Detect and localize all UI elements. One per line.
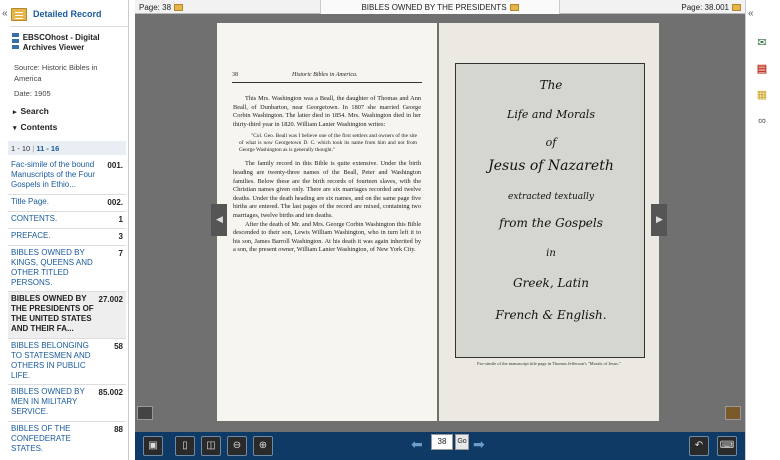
manuscript-line: Greek, Latin <box>513 276 589 290</box>
chapter-indicator[interactable]: BIBLES OWNED BY THE PRESIDENTS <box>320 0 560 14</box>
paragraph: The family record in this Bible is quite… <box>233 160 421 219</box>
prev-arrow-icon[interactable]: ⬅ <box>411 436 423 453</box>
email-icon[interactable]: ✉ <box>755 36 769 50</box>
search-toggle[interactable]: ▸ Search <box>13 106 49 116</box>
divider <box>10 26 128 27</box>
running-header: Historic Bibles in America. <box>292 72 358 78</box>
right-toolbar: « ✉ ▤ ▦ ∞ <box>745 0 780 460</box>
toc-item[interactable]: BIBLES OF THE CONFEDERATE STATES. 88 <box>8 422 126 453</box>
manuscript-facsimile: The Life and Morals of Jesus of Nazareth… <box>455 63 645 358</box>
date-text: Date: 1905 <box>14 89 51 98</box>
detailed-record-link[interactable]: Detailed Record <box>11 5 127 23</box>
toc-item-selected[interactable]: BIBLES OWNED BY THE PRESIDENTS OF THE UN… <box>8 292 126 339</box>
undo-icon[interactable]: ↶ <box>689 436 709 456</box>
manuscript-line: Life and Morals <box>507 108 595 121</box>
toc-item[interactable]: PREFACE. 3 <box>8 229 126 246</box>
page-right-indicator[interactable]: Page: 38.001 <box>681 3 741 12</box>
keyboard-icon[interactable]: ⌨ <box>717 436 737 456</box>
folder-icon <box>11 7 27 21</box>
manuscript-line: of <box>545 136 557 149</box>
next-arrow-icon[interactable]: ➡ <box>473 436 485 453</box>
pdf-icon[interactable]: ▤ <box>755 62 769 76</box>
previous-page-button[interactable]: ◀ <box>211 204 227 236</box>
manuscript-line: extracted textually <box>508 192 594 202</box>
chevron-left-icon: ◀ <box>216 214 223 224</box>
detailed-record-label: Detailed Record <box>33 9 102 19</box>
chevron-right-icon: ▸ <box>13 109 17 116</box>
paragraph: This Mrs. Washington was a Beall, the da… <box>233 95 421 128</box>
page-text: This Mrs. Washington was a Beall, the da… <box>233 95 421 255</box>
folder-icon <box>509 4 519 11</box>
toc-item[interactable]: BIBLES OWNED BY MEN IN MILITARY SERVICE.… <box>8 385 126 422</box>
search-label: Search <box>20 106 49 116</box>
top-bar: Page: 38 BIBLES OWNED BY THE PRESIDENTS … <box>135 0 745 14</box>
toc-item[interactable]: Fac-simile of the bound Manuscripts of t… <box>8 158 126 195</box>
chevron-down-icon: ▾ <box>13 125 17 132</box>
link-icon[interactable]: ∞ <box>755 114 769 128</box>
toc-list: Fac-simile of the bound Manuscripts of t… <box>8 158 126 453</box>
page-left-indicator[interactable]: Page: 38 <box>139 3 184 12</box>
page-number-input[interactable]: 38 <box>431 434 453 450</box>
page-number: 38 <box>232 72 238 78</box>
ebsco-logo-icon <box>12 33 19 49</box>
fullscreen-icon[interactable]: ▣ <box>143 436 163 456</box>
chevron-right-icon: ▶ <box>656 214 663 224</box>
bottom-toolbar: ▣ ▯ ◫ ⊖ ⊕ ⬅ 38 Go ➡ ↶ ⌨ <box>135 432 745 460</box>
header-rule <box>232 82 422 83</box>
sidebar: « Detailed Record EBSCOhost - Digital Ar… <box>0 0 129 460</box>
folder-icon <box>174 4 184 11</box>
zoom-in-icon[interactable]: ⊕ <box>253 436 273 456</box>
manuscript-line: in <box>546 248 556 259</box>
viewer-title-text: EBSCOhost - Digital Archives Viewer <box>22 33 100 52</box>
thumbnail-grid-button[interactable] <box>137 406 153 420</box>
source-text: Source: Historic Bibles in America <box>14 63 98 83</box>
collapse-icon: « <box>2 8 8 19</box>
zoom-out-icon[interactable]: ⊖ <box>227 436 247 456</box>
page-viewer: 38 Historic Bibles in America. This Mrs.… <box>135 14 745 432</box>
toc-item[interactable]: Title Page. 002. <box>8 195 126 212</box>
two-page-icon[interactable]: ◫ <box>201 436 221 456</box>
viewer-title: EBSCOhost - Digital Archives Viewer <box>12 33 127 53</box>
range-current: 1 - 10 <box>11 144 31 153</box>
folder-icon <box>732 4 741 11</box>
facsimile-caption: Fac-simile of the manuscript title page … <box>477 361 621 366</box>
contents-toggle[interactable]: ▾ Contents <box>13 122 57 132</box>
toc-item[interactable]: BIBLES BELONGING TO STATESMEN AND OTHERS… <box>8 339 126 385</box>
quote: "Col. Geo. Beall was I believe one of th… <box>239 133 417 154</box>
left-page: 38 Historic Bibles in America. This Mrs.… <box>217 23 437 421</box>
right-page: The Life and Morals of Jesus of Nazareth… <box>439 23 659 421</box>
expand-icon[interactable]: « <box>748 8 754 19</box>
paragraph: After the death of Mr. and Mrs. George C… <box>233 220 421 254</box>
go-button[interactable]: Go <box>455 434 469 450</box>
toc-item[interactable]: CONTENTS. 1 <box>8 212 126 229</box>
manuscript-line: from the Gospels <box>499 216 603 230</box>
manuscript-line: The <box>539 78 563 92</box>
manuscript-line: French & English. <box>495 308 607 322</box>
next-page-button[interactable]: ▶ <box>651 204 667 236</box>
range-next-link[interactable]: 11 - 16 <box>36 144 59 153</box>
save-icon[interactable]: ▦ <box>755 88 769 102</box>
record-meta: Source: Historic Bibles in America Date:… <box>14 62 126 99</box>
book-view-button[interactable] <box>725 406 741 420</box>
toc-range: 1 - 10 | 11 - 16 <box>8 141 126 155</box>
contents-label: Contents <box>20 122 58 132</box>
archive-viewer: « Detailed Record EBSCOhost - Digital Ar… <box>0 0 780 460</box>
single-page-icon[interactable]: ▯ <box>175 436 195 456</box>
toc-item[interactable]: BIBLES OWNED BY KINGS, QUEENS AND OTHER … <box>8 246 126 292</box>
manuscript-line: Jesus of Nazareth <box>488 158 614 174</box>
